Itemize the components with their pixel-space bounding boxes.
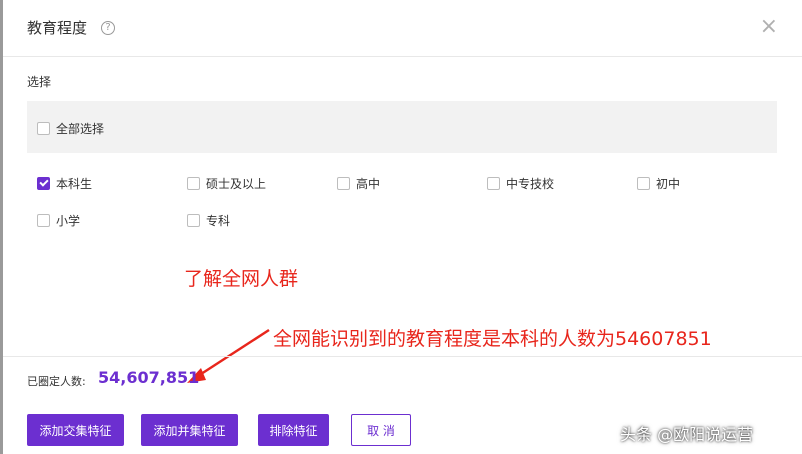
cancel-button[interactable]: 取 消: [351, 414, 411, 446]
add-union-button[interactable]: 添加并集特征: [141, 414, 238, 446]
selected-count-value: 54,607,851: [98, 368, 200, 387]
exclude-feature-button[interactable]: 排除特征: [258, 414, 329, 446]
selected-count-label: 已圈定人数:: [27, 375, 86, 388]
add-intersection-button[interactable]: 添加交集特征: [27, 414, 124, 446]
watermark: 头条 @欧阳说运营: [620, 425, 754, 444]
education-level-modal: 教育程度 ? × 选择 全部选择 本科生 硕士及以上 高中 中专技校 初中 小学…: [3, 0, 802, 454]
